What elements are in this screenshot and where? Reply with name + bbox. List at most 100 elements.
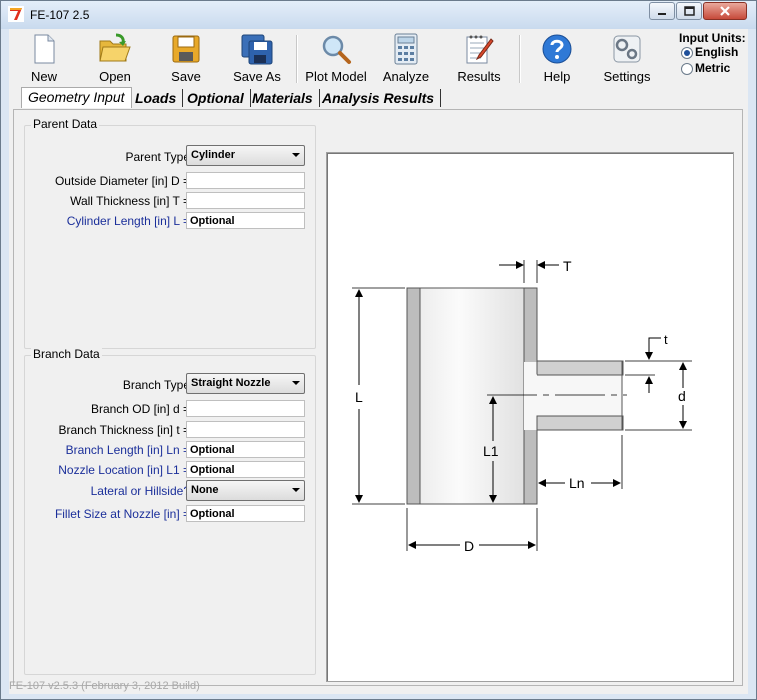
window-title: FE-107 2.5 [30,8,90,22]
app-logo-icon [8,6,24,22]
help-icon [542,34,572,64]
analyze-label: Analyze [382,69,430,84]
open-folder-icon [99,33,131,62]
outside-diameter-input[interactable] [186,172,305,189]
results-label: Results [457,69,501,84]
magnifier-icon [322,35,351,64]
save-button[interactable]: Save [164,33,208,87]
chevron-down-icon [292,488,300,492]
status-bar-text: FE-107 v2.5.3 (February 3, 2012 Build) [9,680,200,692]
nozzle-top-wall [536,360,624,376]
save-disk-icon [172,35,200,63]
save-as-button[interactable]: Save As [231,33,283,87]
radio-unselected-icon [681,63,693,75]
lateral-hillside-select[interactable]: None [186,480,305,501]
maximize-icon [684,6,695,16]
title-bar: FE-107 2.5 [1,1,756,29]
branch-od-label: Branch OD [in] d = [90,402,190,416]
chevron-down-icon [292,381,300,385]
input-units-heading: Input Units: [679,31,746,45]
help-button[interactable]: Help [535,33,579,87]
dim-Ln-label: Ln [569,475,585,491]
parent-type-label: Parent Type [125,150,191,164]
settings-label: Settings [603,69,651,84]
units-metric-radio[interactable]: Metric [679,61,749,77]
branch-od-input[interactable] [186,400,305,417]
new-document-icon [34,34,55,64]
fillet-size-input[interactable]: Optional [186,505,305,522]
open-button[interactable]: Open [93,33,137,87]
close-icon [720,6,730,16]
units-english-radio[interactable]: English [679,45,749,61]
branch-length-input[interactable]: Optional [186,441,305,458]
outside-diameter-label: Outside Diameter [in] D = [54,174,190,188]
nozzle-location-input[interactable]: Optional [186,461,305,478]
settings-button[interactable]: Settings [601,33,653,87]
toolbar-separator [296,35,298,83]
settings-icon [613,35,641,63]
help-label: Help [543,69,571,84]
parent-type-select[interactable]: Cylinder [186,145,305,166]
close-button[interactable] [703,2,747,20]
new-button[interactable]: New [23,33,65,87]
dim-T-label: T [563,258,572,274]
branch-length-label: Branch Length [in] Ln = [65,443,190,457]
dim-D-label: D [464,538,474,554]
branch-type-label: Branch Type [122,378,190,392]
tab-geometry-input[interactable]: Geometry Input [21,87,132,108]
chevron-down-icon [292,153,300,157]
tab-loads[interactable]: Loads [129,89,184,107]
dim-L1-label: L1 [483,443,499,459]
plot-model-button[interactable]: Plot Model [301,33,371,87]
geometry-panel: Parent Data Parent Type Cylinder Outside… [13,109,743,686]
nozzle-location-label: Nozzle Location [in] L1 = [58,463,190,477]
new-label: New [30,69,57,84]
lateral-hillside-value: None [191,484,219,496]
units-english-label: English [695,45,739,59]
tab-optional[interactable]: Optional [181,89,251,107]
tab-materials[interactable]: Materials [246,89,320,107]
cylinder-length-label: Cylinder Length [in] L = [66,214,190,228]
cylinder-left-wall [406,287,421,505]
save-label: Save [171,69,201,84]
nozzle-bottom-wall [536,415,624,431]
minimize-button[interactable] [649,2,675,20]
wall-thickness-label: Wall Thickness [in] T = [70,194,190,208]
analyze-button[interactable]: Analyze [381,33,431,87]
lateral-hillside-label: Lateral or Hillside? [90,484,190,498]
branch-type-select[interactable]: Straight Nozzle [186,373,305,394]
fillet-size-label: Fillet Size at Nozzle [in] = [54,507,190,521]
units-metric-label: Metric [695,61,731,75]
tab-analysis-results[interactable]: Analysis Results [316,89,442,107]
open-label: Open [99,69,131,84]
dim-t-label: t [664,332,668,347]
toolbar: New Open Save Save As Plot Model Analyze… [9,29,748,89]
dim-d-label: d [678,388,686,404]
input-units-group: Input Units: English Metric [679,31,749,77]
client-area: New Open Save Save As Plot Model Analyze… [9,29,748,694]
parent-data-title: Parent Data [31,117,100,131]
radio-selected-icon [681,47,693,59]
nozzle-diagram-svg: T t d L L1 Ln D [352,258,692,554]
cylinder-body [406,287,538,505]
parent-type-value: Cylinder [191,149,236,161]
toolbar-separator [519,35,521,83]
calculator-icon [394,33,418,65]
results-button[interactable]: Results [455,33,503,87]
branch-thickness-input[interactable] [186,421,305,438]
minimize-icon [658,13,666,15]
save-as-disk-icon [241,34,273,65]
wall-thickness-input[interactable] [186,192,305,209]
branch-thickness-label: Branch Thickness [in] t = [58,423,190,437]
save-as-label: Save As [233,69,281,84]
notepad-icon [466,35,494,64]
main-window: FE-107 2.5 New Open Save Save As Plot Mo… [0,0,757,700]
branch-type-value: Straight Nozzle [191,377,271,389]
dim-L-label: L [355,389,363,405]
geometry-diagram: T t d L L1 Ln D [326,152,734,682]
branch-data-group: Branch Data Branch Type Straight Nozzle … [24,347,316,675]
branch-data-title: Branch Data [31,347,102,361]
cylinder-length-input[interactable]: Optional [186,212,305,229]
maximize-button[interactable] [676,2,702,20]
parent-data-group: Parent Data Parent Type Cylinder Outside… [24,117,316,349]
